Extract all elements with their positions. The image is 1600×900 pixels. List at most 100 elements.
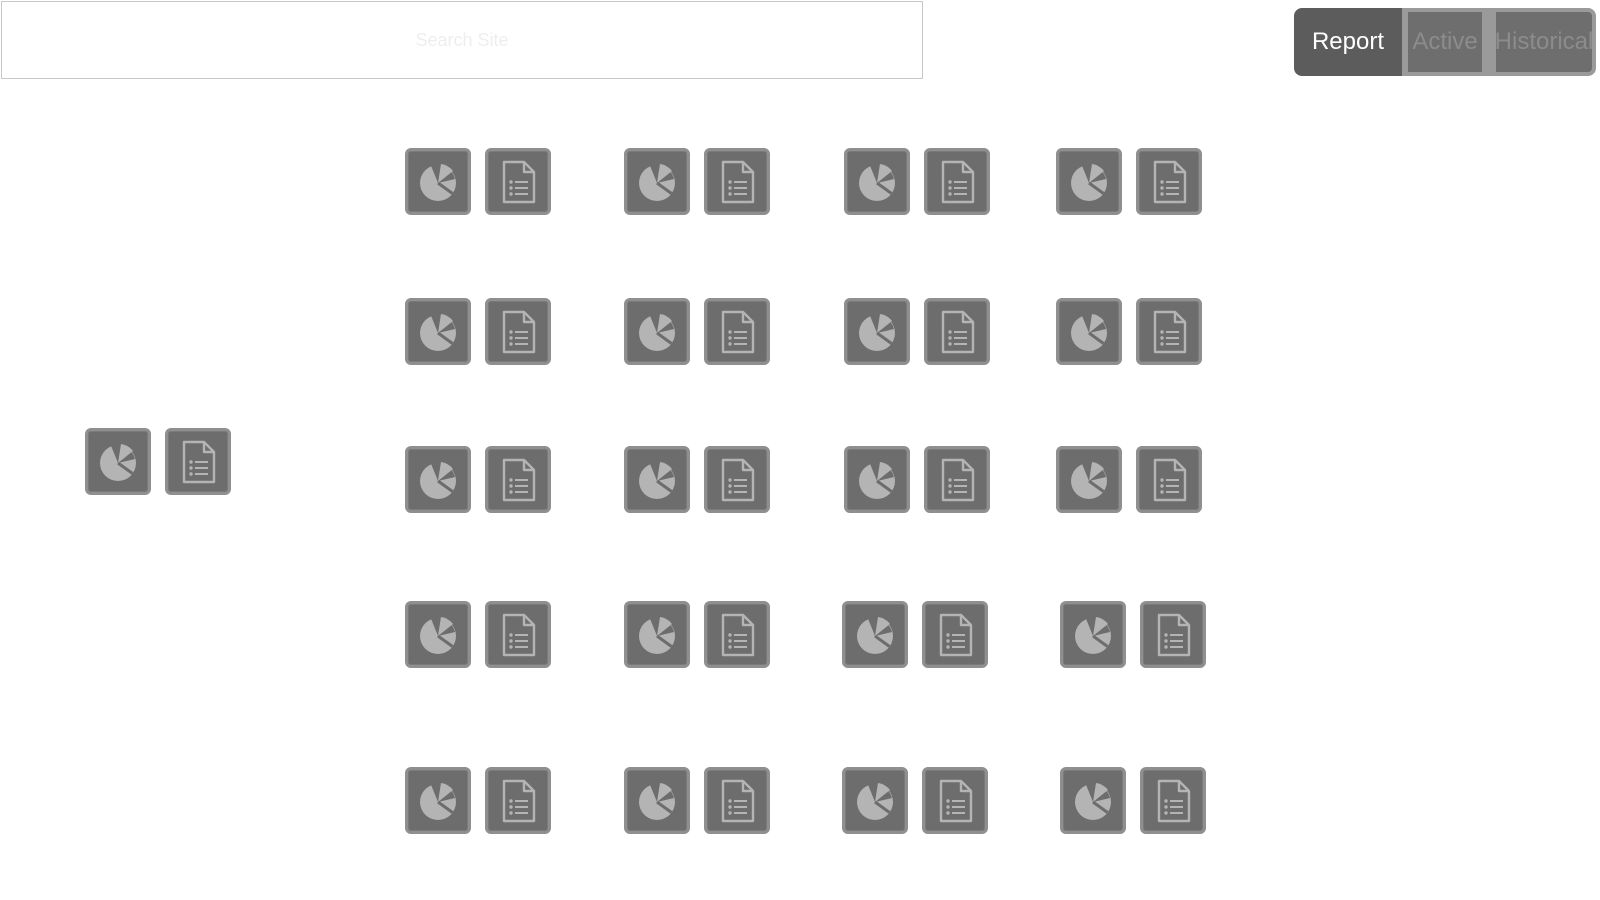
site-unit <box>1056 115 1206 215</box>
site-unit <box>1060 734 1210 834</box>
pie-chart-icon <box>1065 308 1113 356</box>
search-box[interactable] <box>1 1 923 79</box>
pie-chart-icon <box>633 611 681 659</box>
site-unit <box>1056 413 1206 513</box>
document-list-icon <box>713 456 761 504</box>
site-unit <box>624 734 774 834</box>
report-button[interactable] <box>1140 767 1206 834</box>
chart-button[interactable] <box>1060 601 1126 668</box>
chart-button[interactable] <box>85 428 151 495</box>
chart-button[interactable] <box>405 298 471 365</box>
document-list-icon <box>713 308 761 356</box>
pie-chart-icon <box>414 777 462 825</box>
tab-report[interactable]: Report <box>1294 8 1402 76</box>
document-list-icon <box>494 158 542 206</box>
document-list-icon <box>713 158 761 206</box>
pie-chart-icon <box>414 611 462 659</box>
dashboard-page: Report Active Historical <box>0 0 1600 900</box>
site-unit <box>1056 265 1206 365</box>
pie-chart-icon <box>633 777 681 825</box>
chart-button[interactable] <box>624 298 690 365</box>
site-unit <box>624 568 774 668</box>
report-button[interactable] <box>485 148 551 215</box>
report-button[interactable] <box>922 601 988 668</box>
site-unit <box>624 115 774 215</box>
site-unit <box>405 265 555 365</box>
pie-chart-icon <box>853 456 901 504</box>
pie-chart-icon <box>633 456 681 504</box>
report-button[interactable] <box>924 148 990 215</box>
report-button[interactable] <box>165 428 231 495</box>
document-list-icon <box>494 777 542 825</box>
search-input[interactable] <box>2 1 922 79</box>
chart-button[interactable] <box>844 298 910 365</box>
site-unit <box>624 265 774 365</box>
document-list-icon <box>494 456 542 504</box>
pie-chart-icon <box>414 308 462 356</box>
report-button[interactable] <box>1136 148 1202 215</box>
chart-button[interactable] <box>405 446 471 513</box>
document-list-icon <box>931 611 979 659</box>
document-list-icon <box>713 777 761 825</box>
document-list-icon <box>1145 308 1193 356</box>
chart-button[interactable] <box>405 767 471 834</box>
site-unit <box>405 413 555 513</box>
site-unit <box>1060 568 1210 668</box>
site-unit <box>405 115 555 215</box>
document-list-icon <box>494 308 542 356</box>
report-button[interactable] <box>704 767 770 834</box>
tab-active[interactable]: Active <box>1402 8 1490 76</box>
pie-chart-icon <box>633 158 681 206</box>
report-button[interactable] <box>924 446 990 513</box>
report-button[interactable] <box>704 601 770 668</box>
chart-button[interactable] <box>1056 446 1122 513</box>
document-list-icon <box>1145 456 1193 504</box>
report-button[interactable] <box>704 148 770 215</box>
document-list-icon <box>931 777 979 825</box>
report-button[interactable] <box>485 446 551 513</box>
site-unit <box>624 413 774 513</box>
site-unit <box>844 413 994 513</box>
report-button[interactable] <box>922 767 988 834</box>
site-unit <box>844 115 994 215</box>
chart-button[interactable] <box>844 446 910 513</box>
chart-button[interactable] <box>624 767 690 834</box>
document-list-icon <box>933 158 981 206</box>
chart-button[interactable] <box>405 148 471 215</box>
chart-button[interactable] <box>842 601 908 668</box>
chart-button[interactable] <box>1056 148 1122 215</box>
document-list-icon <box>174 438 222 486</box>
pie-chart-icon <box>1069 611 1117 659</box>
report-button[interactable] <box>704 446 770 513</box>
pie-chart-icon <box>851 777 899 825</box>
site-unit <box>405 734 555 834</box>
mode-tabs: Report Active Historical <box>1294 8 1596 76</box>
pie-chart-icon <box>1065 158 1113 206</box>
pie-chart-icon <box>94 438 142 486</box>
chart-button[interactable] <box>1060 767 1126 834</box>
document-list-icon <box>933 456 981 504</box>
report-button[interactable] <box>485 298 551 365</box>
site-unit <box>844 265 994 365</box>
document-list-icon <box>933 308 981 356</box>
report-button[interactable] <box>1140 601 1206 668</box>
site-unit <box>842 568 992 668</box>
tab-historical[interactable]: Historical <box>1490 8 1596 76</box>
chart-button[interactable] <box>844 148 910 215</box>
pie-chart-icon <box>1065 456 1113 504</box>
chart-button[interactable] <box>624 446 690 513</box>
chart-button[interactable] <box>1056 298 1122 365</box>
document-list-icon <box>1149 777 1197 825</box>
report-button[interactable] <box>485 767 551 834</box>
chart-button[interactable] <box>405 601 471 668</box>
site-unit <box>842 734 992 834</box>
chart-button[interactable] <box>624 148 690 215</box>
report-button[interactable] <box>1136 298 1202 365</box>
pie-chart-icon <box>414 158 462 206</box>
report-button[interactable] <box>704 298 770 365</box>
report-button[interactable] <box>924 298 990 365</box>
report-button[interactable] <box>1136 446 1202 513</box>
chart-button[interactable] <box>624 601 690 668</box>
chart-button[interactable] <box>842 767 908 834</box>
report-button[interactable] <box>485 601 551 668</box>
